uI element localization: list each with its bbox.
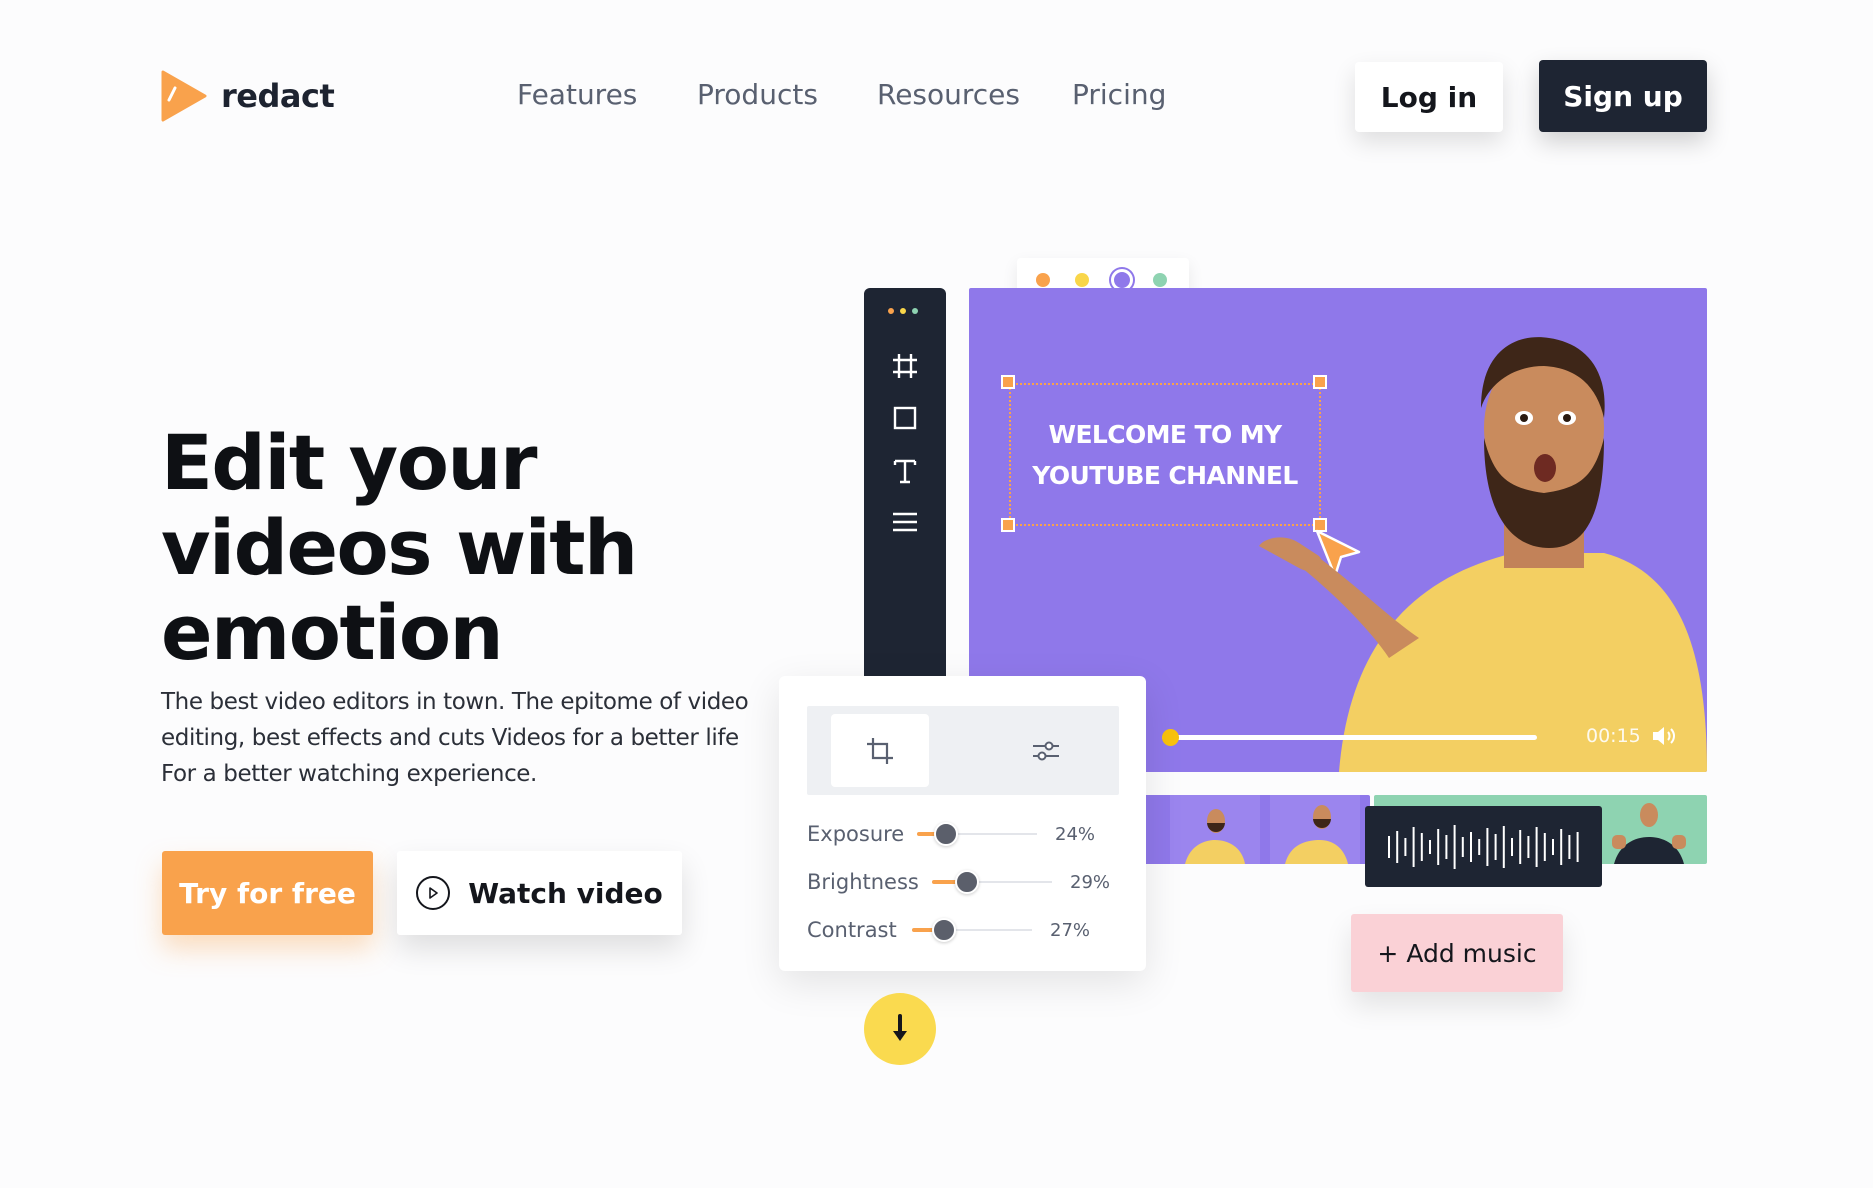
exposure-label: Exposure [807,822,905,846]
clip-thumbnail [1270,795,1360,864]
overlay-line: WELCOME TO MY [1048,419,1282,449]
editor-toolbar [864,288,946,688]
hero-subtitle: The best video editors in town. The epit… [161,684,761,792]
sliders-icon [1033,741,1059,760]
slider-knob[interactable] [934,822,958,846]
exposure-slider[interactable] [917,822,1037,846]
adjust-row-exposure: Exposure 24% [807,822,1095,846]
waveform-bar [1444,834,1447,859]
waveform-bar [1494,833,1497,860]
slider-knob[interactable] [932,918,956,942]
video-progress-bar[interactable] [1162,735,1537,740]
resize-handle[interactable] [1001,518,1015,532]
main-nav: Features Products Resources Pricing [517,78,1166,111]
timeline-clip[interactable] [1110,795,1370,864]
waveform-bar [1469,831,1472,862]
adjustment-panel: Exposure 24% Brightness 29% Contrast 27% [779,676,1146,971]
waveform-bar [1428,839,1431,854]
waveform-bar [1412,826,1415,867]
overlay-line: YOUTUBE CHANNEL [1032,460,1298,490]
waveform-bar [1477,838,1480,855]
exposure-value: 24% [1055,823,1096,845]
waveform-bar [1403,837,1406,856]
text-tool-icon[interactable] [889,455,921,487]
brand-name: redact [221,77,335,115]
adjust-row-brightness: Brightness 29% [807,870,1110,894]
waveform-bar [1576,831,1579,862]
presenter-image [1259,337,1707,772]
arrow-down-icon [893,1014,907,1041]
hero-subtitle-line: For a better watching experience. [161,761,537,787]
try-free-button[interactable]: Try for free [162,851,373,935]
waveform-bar [1526,835,1529,858]
play-logo-icon [161,70,207,122]
waveform-bar [1510,837,1513,856]
clip-thumbnail [1604,795,1694,864]
waveform-bar [1535,826,1538,867]
waveform-bar [1461,836,1464,857]
crop-icon [867,737,893,764]
nav-products[interactable]: Products [697,78,877,111]
volume-icon[interactable] [1651,724,1677,748]
watch-video-label: Watch video [468,876,663,910]
waveform-bar [1559,828,1562,865]
menu-lines-icon[interactable] [889,506,921,538]
waveform-bar [1387,835,1390,858]
adjust-row-contrast: Contrast 27% [807,918,1090,942]
brand-logo[interactable]: redact [161,70,335,122]
waveform-bar [1436,828,1439,865]
resize-handle[interactable] [1001,375,1015,389]
brightness-value: 29% [1070,871,1111,893]
contrast-slider[interactable] [912,918,1032,942]
waveform-bar [1395,830,1398,863]
hero-title-line: Edit your [161,418,538,507]
video-progress-knob[interactable] [1161,729,1179,746]
hero-title: Edit your videos with emotion [161,420,761,675]
swatch-yellow[interactable] [1075,273,1089,287]
waveform-bar [1551,838,1554,855]
waveform-bar [1567,834,1570,859]
grid-crop-icon[interactable] [889,350,921,382]
hero-title-line: emotion [161,588,504,677]
play-circle-icon [416,876,451,910]
brightness-label: Brightness [807,870,919,894]
swatch-orange[interactable] [1036,273,1050,287]
waveform-bar [1518,829,1521,864]
toolbar-dots-icon [888,308,918,314]
add-music-button[interactable]: + Add music [1351,914,1563,992]
slider-knob[interactable] [955,870,979,894]
login-button[interactable]: Log in [1355,62,1503,132]
waveform-bar [1502,825,1505,868]
waveform-bar [1420,832,1423,861]
tab-crop[interactable] [831,714,929,787]
brightness-slider[interactable] [932,870,1052,894]
waveform-bar [1453,824,1456,869]
contrast-value: 27% [1050,919,1091,941]
nav-features[interactable]: Features [517,78,697,111]
waveform-icon [1387,824,1579,869]
swatch-mint[interactable] [1153,273,1167,287]
waveform-bar [1543,832,1546,861]
signup-button[interactable]: Sign up [1539,60,1707,132]
watch-video-button[interactable]: Watch video [397,851,682,935]
video-timestamp: 00:15 [1586,725,1641,747]
scroll-down-button[interactable] [864,993,936,1065]
waveform-bar [1485,827,1488,866]
tab-filters[interactable] [997,714,1095,787]
audio-waveform[interactable] [1365,806,1602,887]
clip-thumbnail [1170,795,1260,864]
nav-pricing[interactable]: Pricing [1072,78,1166,111]
adjustment-tabs [807,706,1119,795]
rectangle-icon[interactable] [889,402,921,434]
hero-title-line: videos with [161,503,638,592]
hero-subtitle-line: The best video editors in town. The epit… [161,689,749,715]
contrast-label: Contrast [807,918,897,942]
hero-subtitle-line: editing, best effects and cuts Videos fo… [161,725,739,751]
nav-resources[interactable]: Resources [877,78,1072,111]
